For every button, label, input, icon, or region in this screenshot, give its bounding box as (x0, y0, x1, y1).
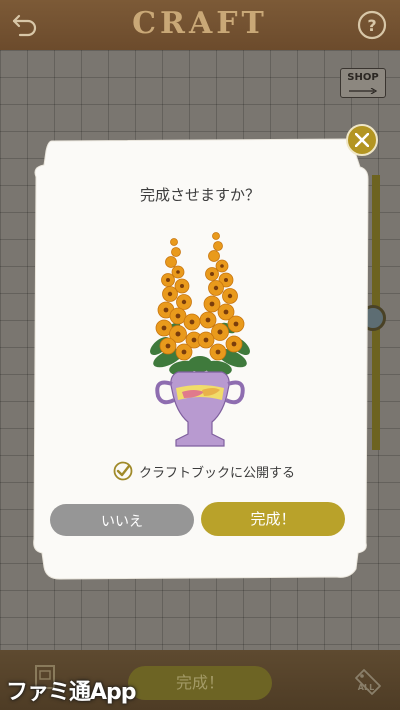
bottom-complete-button[interactable]: 完成！ (128, 666, 272, 700)
arrow-right-icon (349, 88, 377, 94)
watermark: ファミ通App (6, 680, 137, 705)
no-button[interactable]: いいえ (50, 504, 194, 536)
top-bar: CRAFT ? (0, 0, 400, 50)
flower-vase-image (150, 232, 250, 447)
publish-option[interactable]: クラフトブックに公開する (113, 460, 295, 482)
all-tag-icon[interactable]: ALL (350, 666, 384, 700)
shop-label: SHOP (347, 72, 379, 83)
close-button[interactable] (346, 124, 378, 156)
complete-button[interactable]: 完成！ (201, 502, 345, 536)
all-label: ALL (358, 683, 374, 692)
question-icon[interactable]: ? (356, 9, 388, 41)
dialog-question: 完成させますか？ (139, 186, 260, 204)
page-title: CRAFT (132, 6, 268, 41)
publish-label: クラフトブックに公開する (139, 465, 296, 481)
checkbox-checked-icon[interactable] (113, 461, 133, 481)
shop-button[interactable]: SHOP (340, 68, 386, 98)
close-icon (355, 133, 369, 147)
svg-text:?: ? (367, 16, 376, 35)
